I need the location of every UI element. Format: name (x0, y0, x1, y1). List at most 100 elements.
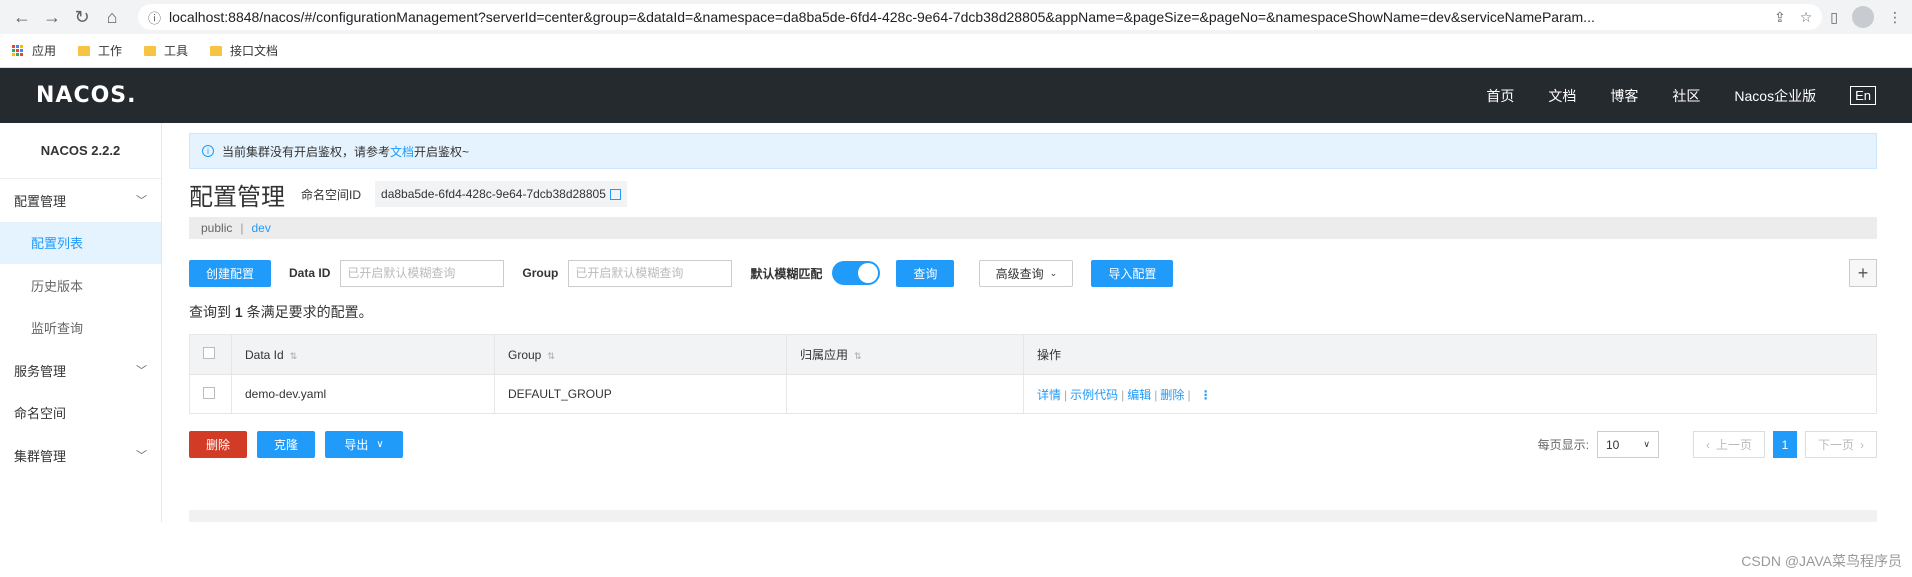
table-row: demo-dev.yaml DEFAULT_GROUP 详情 | 示例代码 | 编辑 | 删… (189, 374, 1877, 414)
detail-link[interactable]: 详情 (1037, 388, 1061, 402)
site-info-icon[interactable]: ⓘ (148, 8, 161, 27)
horizontal-scrollbar[interactable] (189, 510, 1877, 522)
fuzzy-match-label: 默认模糊匹配 (750, 266, 823, 281)
import-config-button[interactable]: 导入配置 (1091, 259, 1174, 287)
sidebar-item-label: 集群管理 (14, 448, 67, 464)
delete-link[interactable]: 删除 (1160, 388, 1184, 402)
notice-doc-link[interactable]: 文档 (390, 143, 414, 160)
side-panel-icon[interactable]: ▯ (1830, 9, 1838, 26)
page-size-label: 每页显示: (1537, 438, 1589, 452)
advanced-search-label: 高级查询 (995, 266, 1044, 281)
result-prefix: 查询到 (189, 304, 231, 320)
sidebar-item-config-management[interactable]: 配置管理 ﹀ (0, 179, 161, 222)
namespace-id-box: da8ba5de-6fd4-428c-9e64-7dcb38d28805 (375, 181, 627, 207)
sidebar-item-history[interactable]: 历史版本 (0, 264, 161, 307)
folder-icon (78, 45, 91, 56)
chevron-left-icon: ‹ (1705, 437, 1710, 452)
next-page-label: 下一页 (1817, 438, 1854, 452)
select-all-checkbox[interactable] (203, 347, 215, 359)
chevron-down-icon: ⌄ (1049, 267, 1058, 278)
prev-page-button[interactable]: ‹ 上一页 (1692, 431, 1765, 458)
sidebar-item-cluster-management[interactable]: 集群管理 ﹀ (0, 434, 161, 477)
apps-grid-icon (12, 44, 24, 57)
next-page-button[interactable]: 下一页 › (1804, 431, 1877, 458)
sidebar-item-service-management[interactable]: 服务管理 ﹀ (0, 349, 161, 392)
app-header: NACOS. 首页 文档 博客 社区 Nacos企业版 En (0, 68, 1912, 123)
result-summary: 查询到 1 条满足要求的配置。 (189, 302, 1877, 322)
edit-link[interactable]: 编辑 (1127, 388, 1151, 402)
row-checkbox[interactable] (203, 386, 215, 399)
reload-icon[interactable]: ↻ (70, 5, 94, 29)
column-header-group[interactable]: Group ⇅ (494, 334, 787, 375)
more-icon[interactable]: ⋮ (1200, 388, 1212, 402)
chevron-down-icon: ∨ (376, 439, 384, 450)
sidebar-item-listener-query[interactable]: 监听查询 (0, 307, 161, 350)
url-text[interactable]: localhost:8848/nacos/#/configurationMana… (169, 9, 1764, 25)
result-suffix: 条满足要求的配置。 (246, 304, 373, 320)
nav-community[interactable]: 社区 (1672, 86, 1700, 106)
notice-text: 当前集群没有开启鉴权，请参考 (222, 144, 391, 159)
bookmark-label: 应用 (32, 44, 57, 58)
bookmark-apps[interactable]: 应用 (12, 42, 56, 59)
delete-button[interactable]: 删除 (189, 431, 247, 458)
nav-docs[interactable]: 文档 (1548, 86, 1576, 106)
nav-blog[interactable]: 博客 (1610, 86, 1638, 106)
back-icon[interactable]: ← (10, 5, 34, 29)
sidebar-item-namespace[interactable]: 命名空间 (0, 392, 161, 435)
version-label: NACOS 2.2.2 (0, 123, 161, 179)
sort-icon[interactable]: ⇅ (547, 351, 555, 361)
page-size-select[interactable]: 10 ∨ (1596, 431, 1659, 458)
fuzzy-match-toggle[interactable] (832, 261, 881, 285)
bookmark-star-icon[interactable]: ☆ (1800, 9, 1813, 26)
tab-dev[interactable]: dev (251, 221, 270, 235)
sort-icon[interactable]: ⇅ (290, 351, 298, 361)
info-icon: i (202, 145, 214, 157)
table-footer: 删除 克隆 导出 ∨ 每页显示: 10 ∨ ‹ 上一页 1 下一页 › (189, 431, 1877, 458)
bookmark-label: 工具 (164, 44, 189, 58)
sidebar-item-label: 监听查询 (31, 321, 84, 337)
home-icon[interactable]: ⌂ (100, 5, 124, 29)
folder-icon (210, 45, 223, 56)
create-config-button[interactable]: 创建配置 (189, 259, 272, 287)
sidebar-item-label: 命名空间 (14, 406, 67, 422)
namespace-label: 命名空间ID (301, 187, 362, 202)
group-label: Group (522, 266, 559, 280)
current-page[interactable]: 1 (1772, 431, 1797, 458)
nav-home[interactable]: 首页 (1486, 86, 1514, 106)
menu-kebab-icon[interactable]: ⋮ (1888, 9, 1902, 26)
column-header-dataid[interactable]: Data Id ⇅ (231, 334, 495, 375)
page-title: 配置管理 (189, 183, 285, 211)
sidebar: NACOS 2.2.2 配置管理 ﹀ 配置列表 历史版本 监听查询 服务管理 ﹀… (0, 123, 162, 522)
nacos-logo[interactable]: NACOS. (36, 83, 137, 108)
sample-code-link[interactable]: 示例代码 (1070, 388, 1118, 402)
advanced-search-button[interactable]: 高级查询 ⌄ (979, 259, 1074, 287)
bookmark-api-docs[interactable]: 接口文档 (210, 42, 278, 59)
copy-icon[interactable] (609, 188, 621, 200)
search-button[interactable]: 查询 (896, 259, 955, 287)
url-field[interactable]: ⓘ localhost:8848/nacos/#/configurationMa… (138, 4, 1823, 30)
tab-public[interactable]: public (201, 221, 232, 235)
add-icon[interactable]: + (1849, 259, 1877, 287)
bookmark-work[interactable]: 工作 (78, 42, 122, 59)
clone-button[interactable]: 克隆 (257, 431, 315, 458)
main-content: i 当前集群没有开启鉴权，请参考 文档 开启鉴权~ 配置管理 命名空间ID da8b… (162, 123, 1912, 522)
search-toolbar: 创建配置 Data ID Group 默认模糊匹配 查询 高级查询 ⌄ 导入配置… (189, 259, 1877, 287)
nav-enterprise[interactable]: Nacos企业版 (1734, 86, 1816, 106)
dataid-input[interactable] (340, 259, 505, 287)
profile-avatar[interactable] (1852, 6, 1874, 28)
namespace-id: da8ba5de-6fd4-428c-9e64-7dcb38d28805 (381, 187, 606, 201)
browser-address-bar: ← → ↻ ⌂ ⓘ localhost:8848/nacos/#/configu… (0, 0, 1912, 34)
sidebar-item-label: 服务管理 (14, 363, 67, 379)
cell-dataid: demo-dev.yaml (231, 374, 495, 414)
column-header-app[interactable]: 归属应用 ⇅ (786, 334, 1024, 375)
select-all-cell (189, 334, 232, 375)
language-toggle[interactable]: En (1850, 86, 1876, 105)
share-icon[interactable]: ⇪ (1774, 9, 1786, 26)
sort-icon[interactable]: ⇅ (854, 351, 862, 361)
sidebar-item-config-list[interactable]: 配置列表 (0, 221, 161, 264)
export-button[interactable]: 导出 ∨ (325, 431, 403, 458)
column-header-ops: 操作 (1023, 334, 1877, 375)
group-input[interactable] (568, 259, 733, 287)
bookmark-tools[interactable]: 工具 (144, 42, 188, 59)
forward-icon[interactable]: → (40, 5, 64, 29)
